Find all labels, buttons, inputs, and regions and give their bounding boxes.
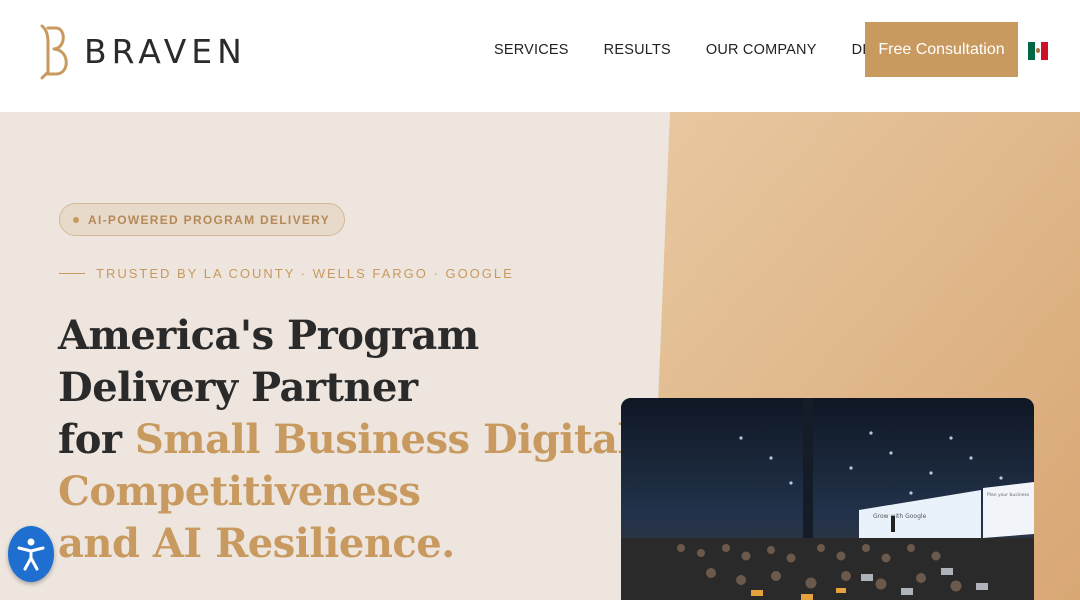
nav-our-company[interactable]: OUR COMPANY — [706, 40, 817, 60]
headline-line-2: Delivery Partner — [58, 364, 418, 411]
slide-right-text: Plan your business — [987, 492, 1030, 498]
accessibility-figure-icon — [17, 538, 45, 571]
nav-results[interactable]: RESULTS — [604, 40, 671, 60]
conference-photo: Grow with Google Plan your business — [621, 398, 1034, 600]
hero-headline: America's Program Delivery Partner for S… — [58, 310, 633, 570]
conference-scene: Grow with Google Plan your business — [621, 398, 1034, 600]
logo-text: BRAVEN — [84, 31, 247, 71]
braven-logo-mark-icon — [40, 24, 68, 80]
accessibility-icon[interactable] — [8, 526, 54, 582]
slide-left-text: Grow with Google — [873, 513, 927, 520]
mexico-flag-icon[interactable] — [1028, 42, 1049, 60]
nav-services[interactable]: SERVICES — [494, 40, 569, 60]
free-consultation-button[interactable]: Free Consultation — [865, 22, 1018, 77]
headline-line-1: America's Program — [58, 312, 479, 359]
headline-line-5: and AI Resilience. — [58, 520, 455, 567]
headline-line-4: Competitiveness — [58, 468, 421, 515]
headline-prefix: for — [58, 416, 135, 463]
badge-label: AI-POWERED PROGRAM DELIVERY — [88, 212, 331, 227]
site-header: BRAVEN SERVICES RESULTS OUR COMPANY DISC… — [0, 0, 1080, 112]
trusted-divider — [59, 272, 85, 275]
hero-section: AI-POWERED PROGRAM DELIVERY TRUSTED BY L… — [0, 112, 1080, 600]
trusted-text: TRUSTED BY LA COUNTY · WELLS FARGO · GOO… — [96, 266, 514, 281]
headline-line-3: for Small Business Digital — [58, 414, 633, 466]
badge-dot-icon — [73, 216, 79, 223]
headline-accent-1: Small Business Digital — [134, 416, 633, 463]
trusted-by: TRUSTED BY LA COUNTY · WELLS FARGO · GOO… — [59, 266, 514, 281]
braven-logo[interactable]: BRAVEN — [38, 22, 247, 80]
ai-badge: AI-POWERED PROGRAM DELIVERY — [59, 203, 346, 236]
